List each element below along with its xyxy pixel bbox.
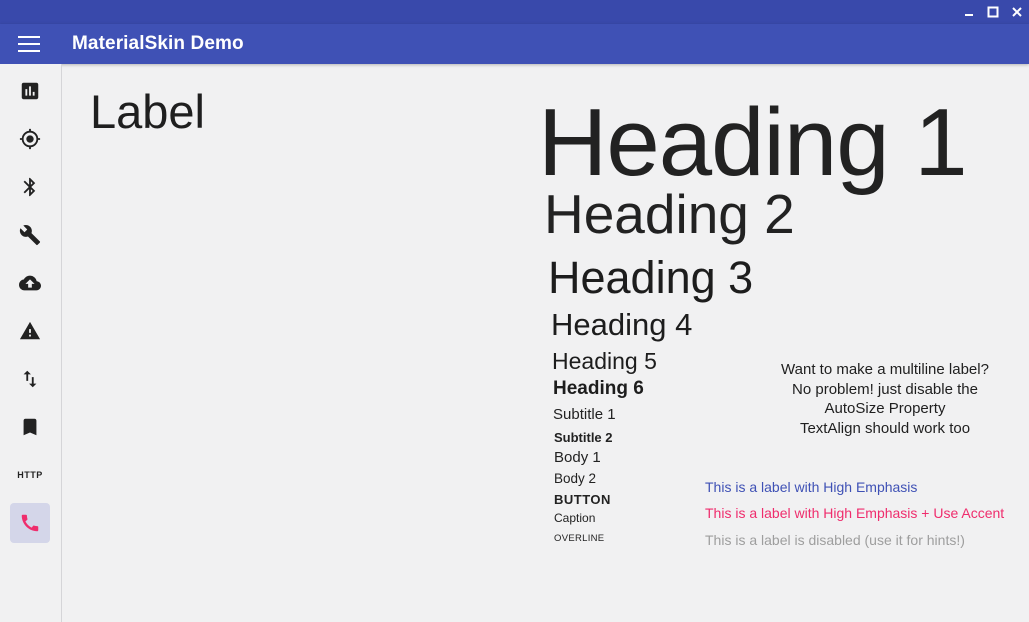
body-1-label: Body 1 (554, 449, 601, 466)
close-icon (1012, 7, 1022, 17)
nav-item-http[interactable]: HTTP (10, 455, 50, 495)
subtitle-1-label: Subtitle 1 (553, 406, 616, 423)
multiline-label: Want to make a multiline label? No probl… (762, 360, 1008, 438)
disabled-label: This is a label is disabled (use it for … (705, 532, 965, 548)
nav-item-bar-chart[interactable] (10, 71, 50, 111)
bar-chart-icon (21, 82, 39, 100)
bluetooth-icon (23, 177, 36, 197)
swap-vertical-icon (23, 370, 37, 388)
multiline-line: TextAlign should work too (799, 419, 971, 437)
close-button[interactable] (1005, 0, 1029, 24)
nav-item-bluetooth[interactable] (10, 167, 50, 207)
warning-icon (19, 321, 41, 340)
hamburger-menu-icon[interactable] (18, 36, 40, 52)
button-style-label: BUTTON (554, 492, 611, 507)
minimize-icon (965, 14, 973, 16)
nav-item-phone[interactable] (10, 503, 50, 543)
nav-item-warning[interactable] (10, 311, 50, 351)
window-titlebar (0, 0, 1029, 24)
heading-6-label: Heading 6 (553, 378, 644, 399)
navigation-drawer: HTTP (0, 64, 62, 622)
maximize-icon (987, 6, 999, 18)
heading-5-label: Heading 5 (552, 348, 657, 374)
phone-icon (21, 514, 39, 532)
material-label: Label (90, 85, 205, 138)
caption-label: Caption (554, 511, 596, 525)
content-panel: Label Heading 1 Heading 2 Heading 3 Head… (62, 64, 1029, 622)
app-bar: MaterialSkin Demo (0, 24, 1029, 64)
overline-label: OVERLINE (554, 533, 605, 544)
nav-item-bookmark[interactable] (10, 407, 50, 447)
nav-item-cloud-upload[interactable] (10, 263, 50, 303)
nav-item-tools[interactable] (10, 215, 50, 255)
multiline-line: No problem! just disable the (792, 380, 978, 398)
nav-item-swap[interactable] (10, 359, 50, 399)
gps-target-icon (19, 128, 41, 150)
heading-2-label: Heading 2 (544, 183, 795, 245)
http-icon: HTTP (17, 470, 43, 480)
window-controls (957, 0, 1029, 24)
app-title: MaterialSkin Demo (72, 33, 244, 54)
high-emphasis-accent-label: This is a label with High Emphasis + Use… (705, 505, 1005, 521)
cloud-upload-icon (19, 275, 41, 291)
high-emphasis-label: This is a label with High Emphasis (705, 479, 918, 495)
heading-3-label: Heading 3 (548, 252, 754, 303)
multiline-line: Want to make a multiline label? (781, 361, 989, 378)
maximize-button[interactable] (981, 0, 1005, 24)
subtitle-2-label: Subtitle 2 (554, 430, 613, 445)
heading-4-label: Heading 4 (551, 307, 693, 342)
nav-item-gps[interactable] (10, 119, 50, 159)
bookmark-icon (23, 418, 37, 436)
minimize-button[interactable] (957, 0, 981, 24)
multiline-line: AutoSize Property (824, 400, 946, 417)
wrench-icon (19, 225, 41, 246)
body-2-label: Body 2 (554, 471, 597, 486)
